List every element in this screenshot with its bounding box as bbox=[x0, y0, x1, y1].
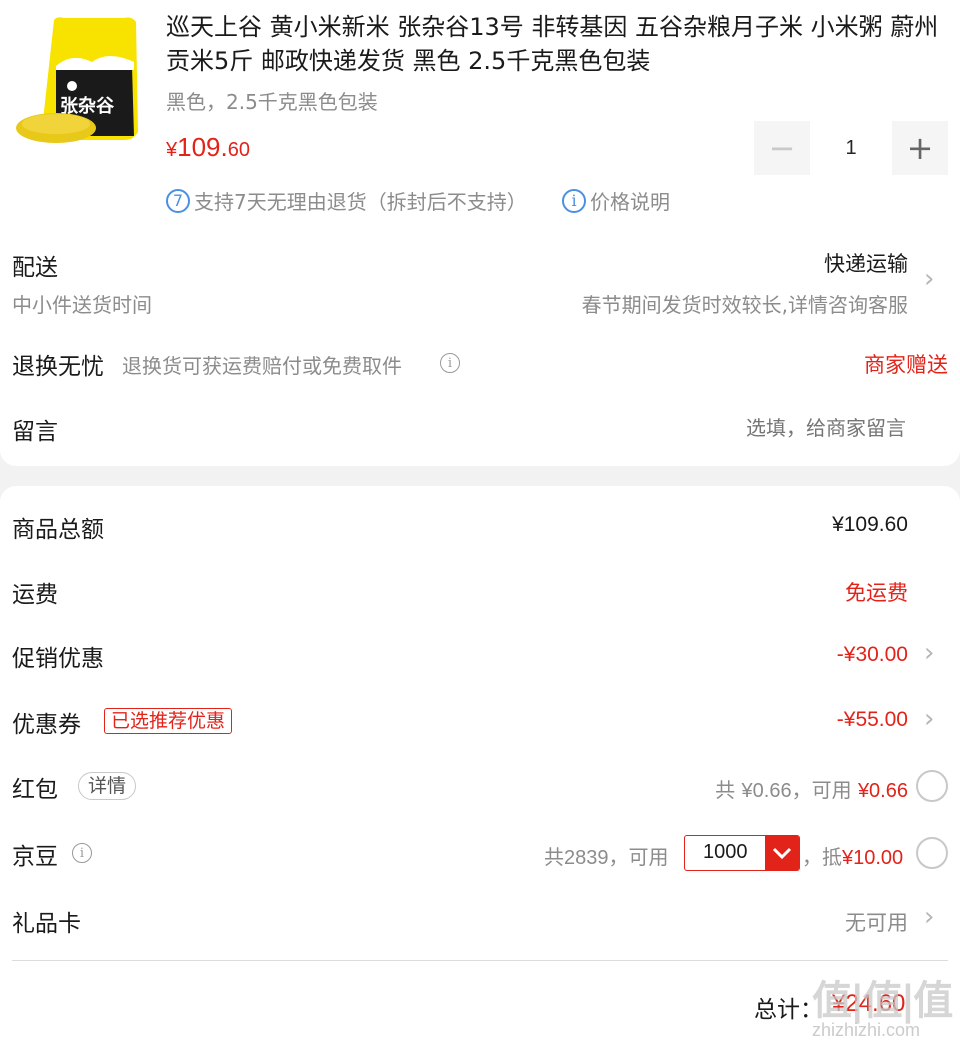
beans-deduct: ¥10.00 bbox=[842, 847, 904, 869]
price-currency: ¥ bbox=[166, 139, 178, 161]
price-explanation-text: 价格说明 bbox=[590, 190, 670, 214]
seven-day-return-icon: 7 bbox=[166, 188, 190, 213]
price-explanation[interactable]: i 价格说明 bbox=[562, 186, 670, 215]
order-item-card: 张杂谷 巡天上谷 黄小米新米 张杂谷13号 非转基因 五谷杂粮月子米 小米粥 蔚… bbox=[0, 0, 960, 466]
promo-label: 促销优惠 bbox=[12, 646, 104, 672]
return-service-desc: 退换货可获运费赔付或免费取件 bbox=[122, 354, 402, 378]
redpacket-available: ¥0.66 bbox=[857, 780, 908, 802]
shipping-value: 免运费 bbox=[845, 581, 908, 605]
beans-total-prefix: 共 bbox=[544, 845, 564, 869]
info-icon: i bbox=[562, 188, 586, 213]
delivery-note[interactable]: 春节期间发货时效较长,详情咨询客服 bbox=[582, 289, 908, 318]
divider bbox=[12, 960, 948, 961]
message-label: 留言 bbox=[12, 419, 58, 445]
giftcard-label: 礼品卡 bbox=[12, 911, 81, 937]
product-spec[interactable]: 黑色，2.5千克黑色包装 bbox=[166, 86, 378, 115]
beans-amount-select[interactable]: 1000 bbox=[684, 835, 800, 871]
return-service-label: 退换无忧 bbox=[12, 354, 104, 380]
product-price: ¥109.60 bbox=[166, 132, 250, 163]
delivery-label: 配送 bbox=[12, 255, 58, 281]
redpacket-radio-icon[interactable] bbox=[916, 770, 948, 802]
delivery-sub: 中小件送货时间 bbox=[12, 293, 152, 317]
delivery-chevron-right-icon[interactable]: › bbox=[924, 264, 934, 294]
beans-radio-icon[interactable] bbox=[916, 837, 948, 869]
price-decimal: 60 bbox=[227, 139, 250, 161]
promo-value[interactable]: -¥30.00 bbox=[837, 643, 908, 667]
quantity-input[interactable] bbox=[810, 121, 892, 175]
coupon-chevron-right-icon[interactable]: › bbox=[924, 704, 934, 734]
shipping-label: 运费 bbox=[12, 582, 58, 608]
beans-amount-value: 1000 bbox=[703, 841, 748, 863]
beans-deduct-info: ，抵¥10.00 bbox=[802, 841, 903, 870]
return-service-value[interactable]: 商家赠送 bbox=[864, 349, 948, 379]
service-return[interactable]: 7 支持7天无理由退货（拆封后不支持） bbox=[166, 186, 527, 215]
coupon-value[interactable]: -¥55.00 bbox=[837, 708, 908, 732]
promo-chevron-right-icon[interactable]: › bbox=[924, 638, 934, 668]
beans-total-info: 共2839，可用 bbox=[544, 841, 669, 870]
minus-icon[interactable]: − bbox=[754, 121, 810, 175]
quantity-stepper: − + bbox=[754, 121, 948, 175]
redpacket-detail-button[interactable]: 详情 bbox=[78, 772, 137, 800]
delivery-method[interactable]: 快递运输 bbox=[824, 248, 908, 278]
service-return-text: 支持7天无理由退货（拆封后不支持） bbox=[194, 190, 527, 214]
beans-info-icon[interactable]: i bbox=[72, 843, 92, 863]
price-integer: 109. bbox=[177, 132, 228, 162]
beans-label: 京豆 bbox=[12, 844, 58, 870]
giftcard-chevron-right-icon[interactable]: › bbox=[924, 902, 934, 932]
beans-avail-prefix: ，可用 bbox=[608, 845, 669, 869]
return-info-icon[interactable]: i bbox=[440, 353, 460, 373]
product-image[interactable]: 张杂谷 bbox=[12, 12, 146, 146]
redpacket-label: 红包 bbox=[12, 777, 58, 803]
plus-icon[interactable]: + bbox=[892, 121, 948, 175]
message-input[interactable] bbox=[504, 408, 908, 448]
redpacket-info: 共 ¥0.66，可用 ¥0.66 bbox=[715, 774, 908, 803]
coupon-badge: 已选推荐优惠 bbox=[104, 708, 233, 734]
beans-deduct-prefix: ，抵 bbox=[802, 845, 842, 869]
beans-total: 2839 bbox=[564, 847, 609, 869]
redpacket-avail-prefix: ，可用 bbox=[791, 778, 858, 802]
giftcard-value[interactable]: 无可用 bbox=[845, 907, 908, 937]
redpacket-total-prefix: 共 bbox=[715, 778, 742, 802]
watermark-url: zhizhizhi.com bbox=[812, 1020, 921, 1040]
order-summary-card bbox=[0, 486, 960, 1051]
product-title[interactable]: 巡天上谷 黄小米新米 张杂谷13号 非转基因 五谷杂粮月子米 小米粥 蔚州贡米5… bbox=[166, 10, 946, 78]
chevron-down-icon[interactable] bbox=[765, 836, 799, 870]
goods-total-label: 商品总额 bbox=[12, 517, 104, 543]
goods-total-value: ¥109.60 bbox=[832, 513, 908, 536]
coupon-label: 优惠券 bbox=[12, 712, 81, 738]
redpacket-total: ¥0.66 bbox=[741, 780, 792, 802]
watermark-logo: 值|值|值 bbox=[812, 978, 953, 1024]
